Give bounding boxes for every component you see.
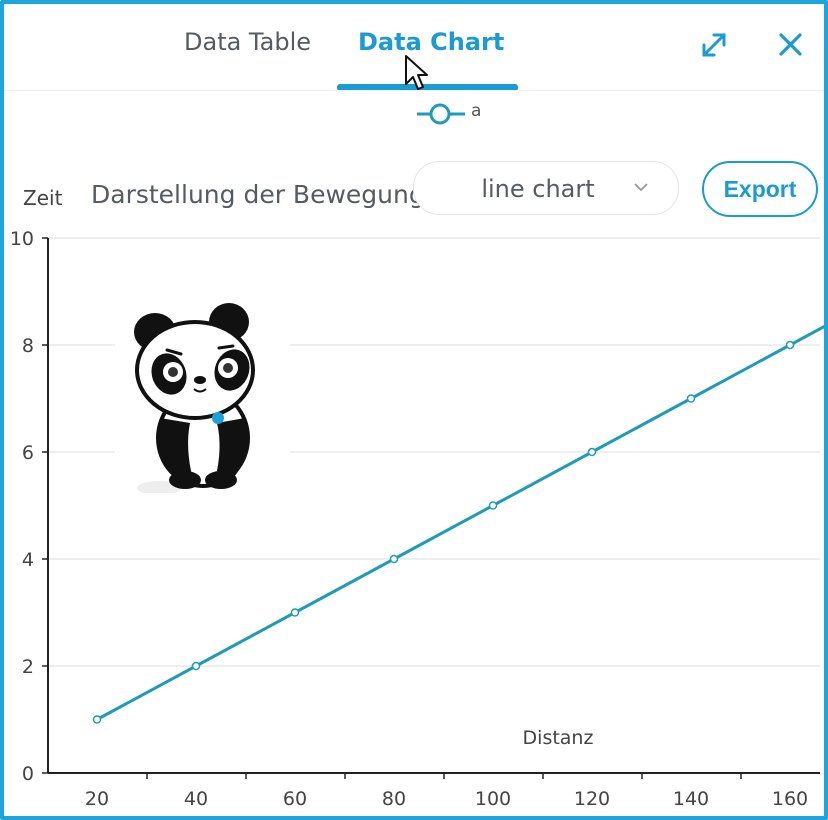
- close-icon[interactable]: [776, 30, 806, 60]
- chart-type-select[interactable]: line chart: [413, 161, 679, 215]
- tab-data-chart[interactable]: Data Chart: [358, 28, 504, 56]
- y-tick-label: 10: [10, 228, 34, 250]
- x-tick-label: 100: [475, 788, 511, 810]
- x-tick-label: 80: [382, 788, 406, 810]
- y-tick-label: 2: [22, 656, 34, 678]
- panda-sticker: [115, 288, 290, 493]
- x-tick-label: 20: [85, 788, 109, 810]
- y-tick-label: 6: [22, 442, 34, 464]
- tab-data-table[interactable]: Data Table: [184, 28, 311, 56]
- x-tick-label: 40: [184, 788, 208, 810]
- x-tick-label: 140: [673, 788, 709, 810]
- mouse-pointer-icon: [405, 55, 428, 90]
- legend-series-label[interactable]: a: [471, 101, 481, 121]
- data-point: [92, 715, 102, 724]
- chart-type-value: line chart: [481, 175, 595, 203]
- y-axis-label: Zeit: [23, 186, 63, 210]
- y-tick-label: 8: [22, 335, 34, 357]
- legend-series-marker-icon[interactable]: [416, 100, 466, 128]
- y-tick-label: 0: [22, 763, 34, 785]
- chart-title: Darstellung der Bewegung: [91, 180, 425, 209]
- data-point: [686, 394, 696, 403]
- data-point: [785, 340, 795, 350]
- chevron-down-icon: [634, 183, 648, 192]
- y-tick-label: 4: [22, 549, 34, 571]
- x-tick-label: 120: [574, 788, 610, 810]
- x-tick-label: 160: [772, 788, 808, 810]
- expand-icon[interactable]: [699, 30, 729, 60]
- export-button[interactable]: Export: [702, 161, 818, 217]
- x-tick-label: 60: [283, 788, 307, 810]
- data-point: [290, 608, 300, 617]
- data-point: [389, 554, 399, 564]
- data-point: [587, 447, 597, 457]
- data-point: [488, 501, 498, 510]
- x-axis-label: Distanz: [523, 727, 594, 749]
- data-point: [191, 661, 201, 671]
